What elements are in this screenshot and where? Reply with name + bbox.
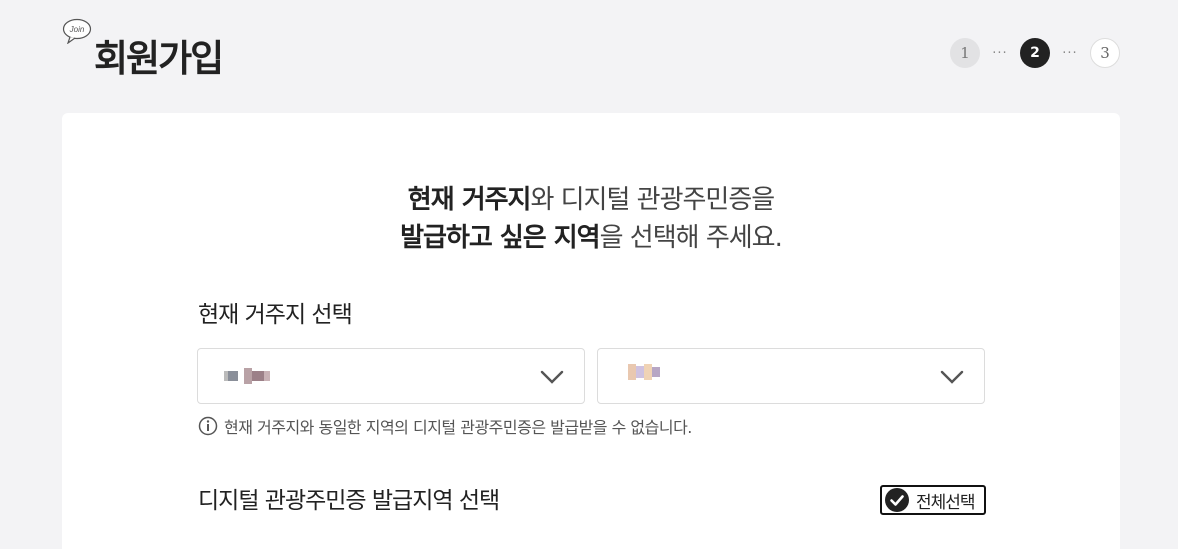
intro-line-1: 현재 거주지와 디지털 관광주민증을 [62, 181, 1120, 219]
residence-label: 현재 거주지 선택 [198, 302, 353, 328]
select-all-button[interactable]: 전체선택 [880, 485, 986, 515]
join-badge-text: Join [69, 25, 85, 34]
issue-region-label: 디지털 관광주민증 발급지역 선택 [198, 488, 500, 514]
redacted-value [628, 363, 660, 381]
intro-emphasis-1: 현재 거주지 [407, 185, 532, 215]
city-select[interactable] [597, 348, 985, 404]
chevron-down-icon [540, 370, 564, 384]
step-1: 1 [950, 38, 980, 68]
info-icon [198, 416, 218, 436]
intro-text: 현재 거주지와 디지털 관광주민증을 발급하고 싶은 지역을 선택해 주세요. [62, 181, 1120, 257]
intro-line-2: 발급하고 싶은 지역을 선택해 주세요. [62, 219, 1120, 257]
step-2: 2 [1020, 38, 1050, 68]
step-3: 3 [1090, 38, 1120, 68]
select-all-label: 전체선택 [916, 492, 976, 513]
step-indicator: 1 ··· 2 ··· 3 [950, 38, 1120, 68]
page-title: 회원가입 [94, 37, 224, 80]
chevron-down-icon [940, 370, 964, 384]
step-separator: ··· [992, 45, 1008, 61]
intro-rest-1: 와 디지털 관광주민증을 [530, 185, 775, 215]
notice-text: 현재 거주지와 동일한 지역의 디지털 관광주민증은 발급받을 수 없습니다. [224, 418, 692, 437]
province-select[interactable] [197, 348, 585, 404]
intro-rest-2: 을 선택해 주세요. [599, 223, 783, 253]
residence-notice: 현재 거주지와 동일한 지역의 디지털 관광주민증은 발급받을 수 없습니다. [198, 414, 692, 438]
page-header: Join 회원가입 1 ··· 2 ··· 3 [62, 18, 1120, 80]
speech-bubble-icon: Join [62, 18, 92, 44]
intro-emphasis-2: 발급하고 싶은 지역 [400, 223, 600, 253]
check-circle-icon [885, 488, 909, 512]
main-card: 현재 거주지와 디지털 관광주민증을 발급하고 싶은 지역을 선택해 주세요. … [62, 113, 1120, 549]
step-separator: ··· [1062, 45, 1078, 61]
redacted-value [224, 367, 270, 385]
